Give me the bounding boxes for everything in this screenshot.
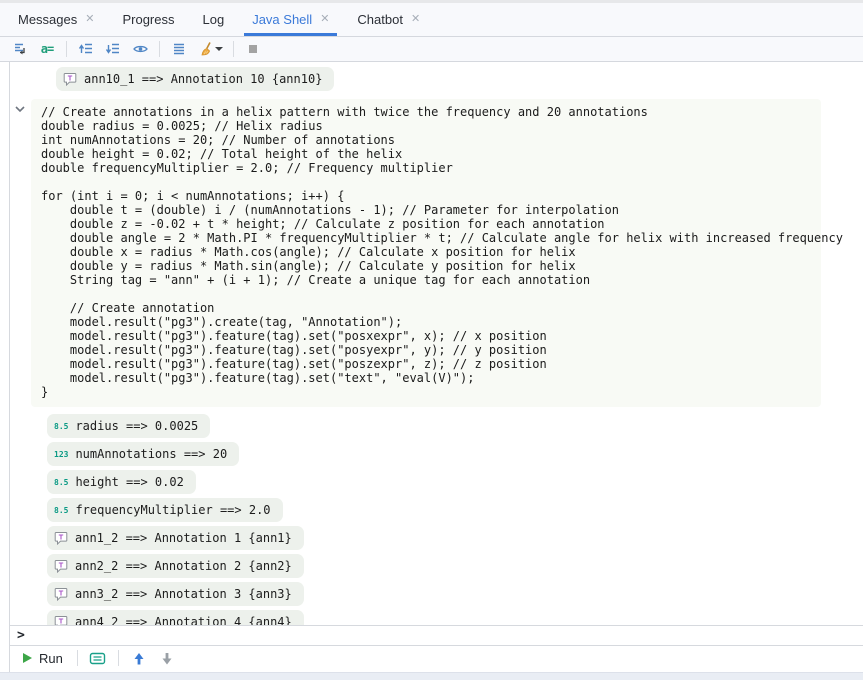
tab-log[interactable]: Log	[189, 3, 239, 36]
tab-label: Progress	[122, 12, 174, 27]
tab-label: Messages	[18, 12, 77, 27]
window-bottom-strip	[0, 672, 863, 680]
tab-java-shell[interactable]: Java Shell ✕	[238, 3, 343, 36]
run-button[interactable]: Run	[17, 649, 67, 668]
tab-chatbot[interactable]: Chatbot ✕	[343, 3, 434, 36]
code-line: double radius = 0.0025; // Helix radius	[41, 119, 821, 133]
previous-command-icon[interactable]	[129, 648, 149, 668]
code-line: double y = radius * Math.sin(angle); // …	[41, 259, 821, 273]
clear-icon[interactable]	[196, 39, 224, 59]
int-type-icon: 123	[54, 450, 68, 459]
code-line: // Create annotation	[41, 301, 821, 315]
preview-icon[interactable]	[130, 39, 150, 59]
result-text: ann1_2 ==> Annotation 1 {ann1}	[75, 531, 292, 545]
console-output: ann10_1 ==> Annotation 10 {ann10} // Cre…	[10, 62, 863, 625]
stop-icon[interactable]	[243, 39, 263, 59]
code-line: double t = (double) i / (numAnnotations …	[41, 203, 821, 217]
double-type-icon: 8.5	[54, 422, 68, 431]
result-text: ann4_2 ==> Annotation 4 {ann4}	[75, 615, 292, 625]
tab-close-icon[interactable]: ✕	[85, 14, 94, 25]
code-line: int numAnnotations = 20; // Number of an…	[41, 133, 821, 147]
java-shell-window: Messages✕ProgressLogJava Shell✕Chatbot✕ …	[0, 0, 863, 680]
code-line: // Create annotations in a helix pattern…	[41, 105, 821, 119]
result-box: 8.5 frequencyMultiplier ==> 2.0	[47, 498, 283, 522]
code-line: model.result("pg3").feature(tag).set("po…	[41, 343, 821, 357]
toolbar-separator	[118, 650, 119, 666]
code-line: model.result("pg3").feature(tag).set("po…	[41, 329, 821, 343]
annotation-icon	[54, 559, 68, 573]
result-box: 8.5 height ==> 0.02	[47, 470, 196, 494]
clear-dropdown-arrow[interactable]	[215, 47, 223, 51]
tab-label: Java Shell	[252, 12, 312, 27]
command-input-row[interactable]: >	[10, 625, 863, 645]
console-panel: ann10_1 ==> Annotation 10 {ann10} // Cre…	[9, 62, 863, 672]
code-line: double angle = 2 * Math.PI * frequencyMu…	[41, 231, 821, 245]
result-box: 8.5 radius ==> 0.0025	[47, 414, 210, 438]
code-block: // Create annotations in a helix pattern…	[31, 99, 821, 407]
annotation-icon	[54, 531, 68, 545]
result-text: radius ==> 0.0025	[75, 419, 198, 433]
tab-label: Log	[203, 12, 225, 27]
tab-close-icon[interactable]: ✕	[411, 14, 420, 25]
annotation-icon	[63, 72, 77, 86]
annotation-icon	[54, 587, 68, 601]
tab-messages[interactable]: Messages ✕	[4, 3, 108, 36]
tab-label: Chatbot	[357, 12, 403, 27]
code-line: }	[41, 385, 821, 399]
feed-expression-icon[interactable]	[10, 39, 30, 59]
scroll-down-icon[interactable]	[103, 39, 123, 59]
next-command-icon[interactable]	[157, 648, 177, 668]
run-toolbar: Run	[10, 645, 863, 670]
code-cell: // Create annotations in a helix pattern…	[10, 99, 863, 407]
result-list: 8.5 radius ==> 0.0025 123 numAnnotations ==…	[47, 414, 863, 625]
result-box: ann2_2 ==> Annotation 2 {ann2}	[47, 554, 304, 578]
prompt-character: >	[17, 628, 25, 643]
tab-bar: Messages ✕ Progress Log Java Shell ✕ Chatbot ✕	[0, 3, 863, 36]
shell-toolbar: a=	[0, 36, 863, 62]
result-box: ann10_1 ==> Annotation 10 {ann10}	[56, 67, 334, 91]
tab-close-icon[interactable]: ✕	[320, 14, 329, 25]
toolbar-separator	[66, 41, 67, 57]
tab-progress[interactable]: Progress	[108, 3, 188, 36]
run-icon	[21, 652, 33, 664]
code-line: model.result("pg3").feature(tag).set("te…	[41, 371, 821, 385]
result-box: ann1_2 ==> Annotation 1 {ann1}	[47, 526, 304, 550]
collapse-chevron-icon[interactable]	[13, 102, 27, 116]
code-line: model.result("pg3").create(tag, "Annotat…	[41, 315, 821, 329]
toolbar-separator	[159, 41, 160, 57]
result-text: frequencyMultiplier ==> 2.0	[75, 503, 270, 517]
result-text: ann3_2 ==> Annotation 3 {ann3}	[75, 587, 292, 601]
code-line	[41, 175, 821, 189]
code-line: double frequencyMultiplier = 2.0; // Fre…	[41, 161, 821, 175]
result-text: height ==> 0.02	[75, 475, 183, 489]
multiline-input-icon[interactable]	[88, 648, 108, 668]
result-box: 123 numAnnotations ==> 20	[47, 442, 239, 466]
result-text: ann2_2 ==> Annotation 2 {ann2}	[75, 559, 292, 573]
code-line: double height = 0.02; // Total height of…	[41, 147, 821, 161]
annotation-icon	[54, 615, 68, 625]
scroll-up-icon[interactable]	[76, 39, 96, 59]
code-line: double x = radius * Math.cos(angle); // …	[41, 245, 821, 259]
code-line	[41, 287, 821, 301]
toolbar-separator	[233, 41, 234, 57]
double-type-icon: 8.5	[54, 478, 68, 487]
show-values-icon[interactable]: a=	[37, 39, 57, 59]
toolbar-separator	[77, 650, 78, 666]
select-all-icon[interactable]	[169, 39, 189, 59]
code-line: model.result("pg3").feature(tag).set("po…	[41, 357, 821, 371]
code-line: double z = -0.02 + t * height; // Calcul…	[41, 217, 821, 231]
code-line: for (int i = 0; i < numAnnotations; i++)…	[41, 189, 821, 203]
result-text: ann10_1 ==> Annotation 10 {ann10}	[84, 72, 322, 86]
result-box: ann4_2 ==> Annotation 4 {ann4}	[47, 610, 304, 625]
result-box: ann3_2 ==> Annotation 3 {ann3}	[47, 582, 304, 606]
result-text: numAnnotations ==> 20	[75, 447, 227, 461]
code-line: String tag = "ann" + (i + 1); // Create …	[41, 273, 821, 287]
double-type-icon: 8.5	[54, 506, 68, 515]
run-button-label: Run	[39, 651, 63, 666]
